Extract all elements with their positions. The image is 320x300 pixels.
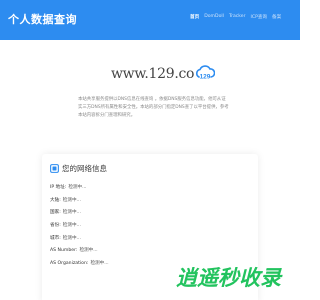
nav-item-icp[interactable]: ICP查询 (251, 14, 268, 20)
info-label: 国家: (50, 210, 61, 216)
cloud-badge-icon: 129 (196, 65, 216, 81)
info-list: IP 地址: 检测中... 大陆: 检测中... 国家: 检测中... 省份: 检测中.… (50, 184, 109, 273)
nav-item-tracker[interactable]: Tracker (229, 14, 246, 20)
info-row-as-organization: AS Organization: 检测中... (50, 260, 109, 273)
network-info-icon (50, 164, 59, 173)
info-label: 大陆: (50, 197, 61, 203)
nav-item-home[interactable]: 首页 (190, 14, 199, 20)
site-brand[interactable]: 个人数据查询 (8, 11, 77, 27)
card-title: 您的网络信息 (62, 164, 107, 173)
nav-item-domdoll[interactable]: DomDoll (204, 14, 224, 20)
info-row-province: 省份: 检测中... (50, 222, 109, 235)
nav-item-beian[interactable]: 备案 (272, 14, 281, 20)
info-value: 检测中... (62, 197, 81, 203)
info-row-city: 城市: 检测中... (50, 235, 109, 248)
top-nav: 首页 DomDoll Tracker ICP查询 备案 (190, 14, 281, 20)
info-value: 检测中... (90, 261, 109, 267)
info-value: 检测中... (79, 248, 98, 254)
info-label: IP 地址: (50, 185, 67, 190)
badge-text: 129 (200, 74, 211, 81)
info-row-as-number: AS Number: 检测中... (50, 247, 109, 260)
info-row-country: 国家: 检测中... (50, 209, 109, 222)
watermark-text: 逍遥秒收录 (176, 266, 281, 290)
info-value: 检测中... (62, 223, 81, 229)
top-header: 个人数据查询 首页 DomDoll Tracker ICP查询 备案 (0, 0, 300, 40)
info-row-ip: IP 地址: 检测中... (50, 184, 109, 197)
info-value: 检测中... (68, 185, 87, 190)
info-value: 检测中... (62, 210, 81, 216)
info-value: 检测中... (62, 235, 81, 241)
info-label: AS Organization: (50, 261, 89, 267)
hero-section: www.129.co 129 本站共享服务提供以DNS信息在线查询 。依据DNS… (0, 40, 300, 160)
info-label: 城市: (50, 235, 61, 241)
site-logo[interactable]: www.129.co 129 (111, 65, 216, 82)
card-header: 您的网络信息 (50, 163, 107, 174)
logo-text: www.129.co (111, 66, 195, 82)
info-label: 省份: (50, 223, 61, 229)
site-description: 本站共享服务提供以DNS信息在线查询 。依据DNS服务信息功能，他可从证实三方D… (78, 97, 229, 118)
info-label: AS Number: (50, 248, 78, 254)
info-row-continent: 大陆: 检测中... (50, 197, 109, 210)
